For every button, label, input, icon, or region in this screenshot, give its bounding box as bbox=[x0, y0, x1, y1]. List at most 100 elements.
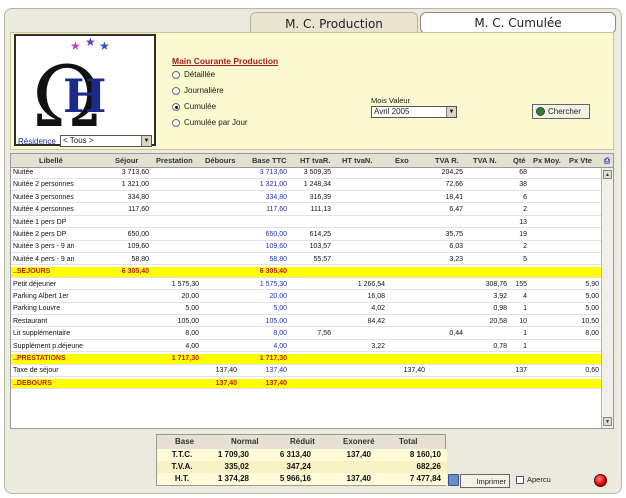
cell-lib: Restaurant bbox=[13, 317, 48, 325]
cell-htr: 103,57 bbox=[309, 243, 331, 251]
radio-cumulee[interactable]: Cumulée bbox=[172, 102, 216, 111]
cell-base: 5,00 bbox=[273, 305, 287, 313]
col-qte[interactable]: Qté bbox=[513, 156, 526, 165]
table-row[interactable]: Nuitée 2 personnes 1 321,00 1 321,00 1 248,… bbox=[11, 180, 603, 191]
search-button[interactable]: Chercher bbox=[532, 104, 590, 119]
scroll-down-icon[interactable]: ▼ bbox=[603, 417, 612, 426]
table-row[interactable]: Nuitée 3 pers - 9 an 109,60 109,60 103,57 6,… bbox=[11, 242, 603, 253]
radio-icon[interactable] bbox=[172, 70, 180, 79]
scroll-up-icon[interactable]: ▲ bbox=[603, 170, 612, 179]
cell-lib: Nuitée 4 personnes bbox=[13, 206, 74, 214]
table-row[interactable]: Nuitée 3 713,60 3 713,60 3 509,35 204,25 68 bbox=[11, 168, 603, 179]
table-row[interactable]: Nuitée 1 pers DP 13 bbox=[11, 218, 603, 229]
table-row[interactable]: Petit déjeuner 1 575,30 1 575,30 1 266,54 30… bbox=[11, 280, 603, 291]
cell-exo: 137,40 bbox=[403, 367, 425, 375]
summary-col-normal: Normal bbox=[231, 437, 259, 446]
summary-header: Base Normal Réduit Exoneré Total bbox=[157, 435, 447, 448]
cell-base: 137,40 bbox=[265, 379, 287, 387]
preview-checkbox[interactable]: Apercu bbox=[516, 475, 551, 484]
summary-col-total: Total bbox=[399, 437, 418, 446]
col-px-vte[interactable]: Px Vte bbox=[569, 156, 592, 165]
col-sejour[interactable]: Séjour bbox=[115, 156, 138, 165]
summary-exo: 137,40 bbox=[346, 450, 371, 459]
summary-row-ttc: T.T.C. 1 709,30 6 313,40 137,40 8 160,10 bbox=[157, 449, 447, 461]
col-tva-n[interactable]: TVA N. bbox=[473, 156, 497, 165]
cell-htr: 316,39 bbox=[309, 193, 331, 201]
col-debours[interactable]: Débours bbox=[205, 156, 235, 165]
col-ht-tvar[interactable]: HT tvaR. bbox=[300, 156, 330, 165]
radio-icon[interactable] bbox=[172, 86, 180, 95]
cell-lib: Parking Louvre bbox=[13, 305, 61, 313]
radio-detaillee[interactable]: Détaillée bbox=[172, 70, 215, 79]
residence-select[interactable]: < Tous > ▼ bbox=[60, 135, 152, 147]
col-tva-r[interactable]: TVA R. bbox=[435, 156, 459, 165]
col-base-ttc[interactable]: Base TTC bbox=[252, 156, 287, 165]
cell-lib: Nuitée bbox=[13, 169, 34, 176]
cell-pre: 4,00 bbox=[185, 342, 199, 350]
radio-label: Cumulée bbox=[184, 102, 217, 111]
cell-base: 20,00 bbox=[269, 293, 287, 300]
summary-row-ht: H.T. 1 374,28 5 966,16 137,40 7 477,84 bbox=[157, 473, 447, 485]
cell-tvar: 0,44 bbox=[449, 330, 463, 338]
cell-htr: 7,56 bbox=[317, 330, 331, 338]
cell-base: 650,00 bbox=[265, 231, 287, 238]
table-row[interactable]: Taxe de séjour 137,40 137,40 137,40 137 0,60 bbox=[11, 366, 603, 377]
quit-button[interactable] bbox=[594, 474, 607, 487]
printer-icon[interactable] bbox=[448, 474, 459, 486]
table-row[interactable]: Parking Albert 1er 20,00 20,00 16,08 3,92 4 5,… bbox=[11, 292, 603, 303]
table-row[interactable]: Parking Louvre 5,00 5,00 4,02 0,98 1 5,00 bbox=[11, 304, 603, 315]
cell-sej: 1 321,00 bbox=[121, 181, 149, 189]
subtotal-row[interactable]: ..PRESTATIONS 1 717,30 1 717,30 bbox=[11, 354, 603, 365]
mois-select[interactable]: Avril 2005 ▼ bbox=[371, 106, 457, 118]
cell-sej: 58,80 bbox=[131, 255, 149, 263]
cell-deb: 137,40 bbox=[215, 379, 237, 387]
cell-deb: 137,40 bbox=[215, 367, 237, 375]
cell-base: 109,60 bbox=[265, 243, 287, 251]
radio-journaliere[interactable]: Journalière bbox=[172, 86, 224, 95]
cell-base: 6 305,40 bbox=[259, 268, 287, 276]
col-libelle[interactable]: Libellé bbox=[39, 156, 63, 165]
radio-icon[interactable] bbox=[172, 118, 180, 127]
subtotal-row[interactable]: ..DEBOURS 137,40 137,40 bbox=[11, 378, 603, 390]
table-row[interactable]: Nuitée 3 personnes 334,80 334,80 316,39 18,4… bbox=[11, 193, 603, 204]
subtotal-row[interactable]: ..SEJOURS 6 305,40 6 305,40 bbox=[11, 267, 603, 278]
cell-tvar: 6,03 bbox=[449, 243, 463, 251]
table-row[interactable]: Nuitée 4 personnes 117,60 117,60 111,13 6,47… bbox=[11, 205, 603, 216]
table-row[interactable]: Supplément p.déjeune 4,00 4,00 3,22 0,78 1 bbox=[11, 342, 603, 353]
col-prestation[interactable]: Prestation bbox=[156, 156, 193, 165]
cell-qte: 10 bbox=[519, 317, 527, 325]
summary-normal: 1 709,30 bbox=[217, 450, 249, 459]
cell-qte: 1 bbox=[523, 305, 527, 313]
chevron-down-icon[interactable]: ▼ bbox=[141, 136, 151, 146]
cell-pxv: 5,00 bbox=[585, 305, 599, 313]
print-button[interactable]: Imprimer bbox=[460, 474, 510, 488]
col-ht-tvan[interactable]: HT tvaN. bbox=[342, 156, 372, 165]
vertical-scrollbar[interactable]: ▲ ▼ bbox=[601, 168, 613, 428]
svg-text:H: H bbox=[63, 69, 106, 123]
cell-base: 137,40 bbox=[265, 367, 287, 375]
radio-cumulee-par-jour[interactable]: Cumulée par Jour bbox=[172, 118, 248, 127]
cell-qte: 19 bbox=[519, 231, 527, 238]
chevron-down-icon[interactable]: ▼ bbox=[446, 107, 456, 117]
cell-lib: ..SEJOURS bbox=[13, 268, 51, 276]
col-exo[interactable]: Exo bbox=[395, 156, 409, 165]
table-row[interactable]: Nuitée 2 pers DP 650,00 650,00 614,25 35,75 1… bbox=[11, 230, 603, 241]
tab-mc-cumulee[interactable]: M. C. Cumulée bbox=[420, 12, 616, 34]
radio-selected-icon[interactable] bbox=[172, 102, 180, 111]
cell-qte: 6 bbox=[523, 193, 527, 201]
search-button-label: Chercher bbox=[548, 107, 581, 116]
table-row[interactable]: Restaurant 105,00 105,00 84,42 20,58 10 10,50 bbox=[11, 317, 603, 328]
col-px-moy[interactable]: Px Moy. bbox=[533, 156, 561, 165]
print-columns-icon[interactable]: ⎙ bbox=[604, 156, 610, 166]
table-row[interactable]: Lit supplémentaire 8,00 8,00 7,56 0,44 1 8,00 bbox=[11, 329, 603, 340]
checkbox-icon[interactable] bbox=[516, 475, 524, 484]
production-table: Libellé Séjour Prestation Débours Base T… bbox=[10, 153, 614, 429]
tab-mc-production[interactable]: M. C. Production bbox=[250, 12, 418, 34]
summary-reduit: 347,24 bbox=[286, 462, 311, 471]
summary-normal: 335,02 bbox=[224, 462, 249, 471]
cell-tvar: 72,66 bbox=[445, 181, 463, 189]
summary-col-reduit: Réduit bbox=[290, 437, 315, 446]
summary-total: 7 477,84 bbox=[409, 474, 441, 483]
cell-tvan: 0,78 bbox=[493, 342, 507, 350]
table-row[interactable]: Nuitée 4 pers - 9 an 58,80 58,80 55,57 3,23 5 bbox=[11, 255, 603, 266]
